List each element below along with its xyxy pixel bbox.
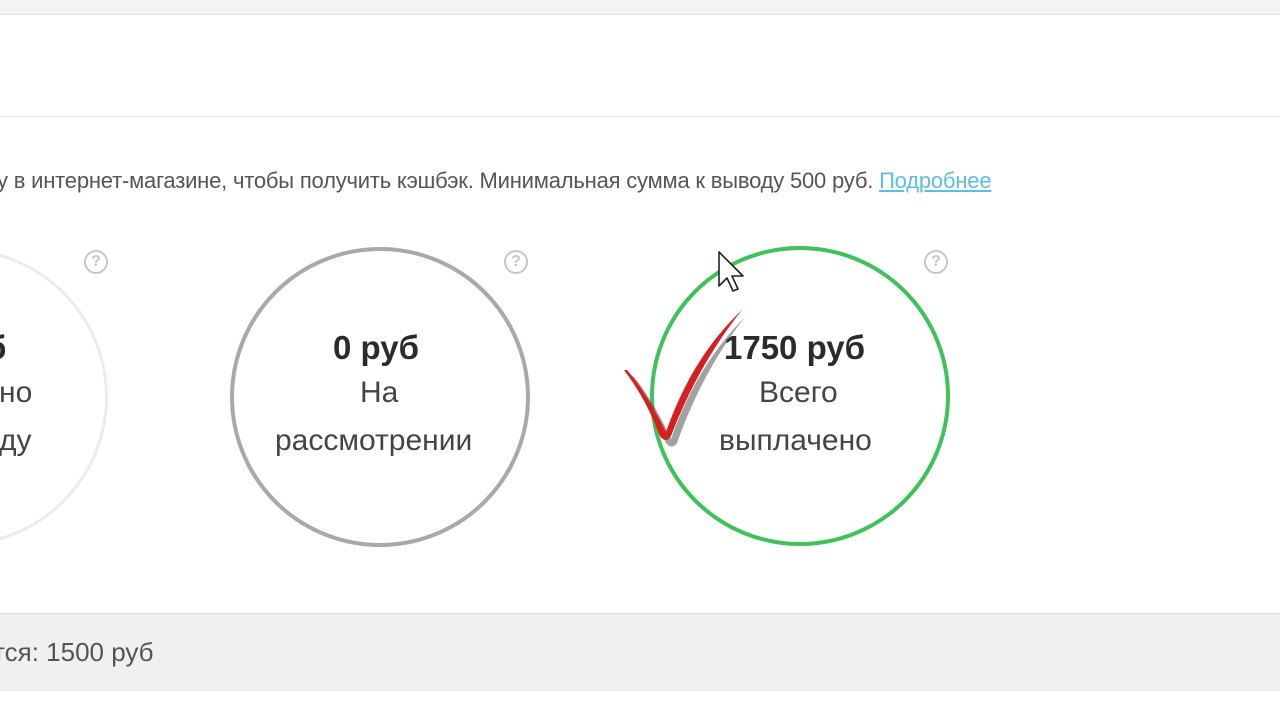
red-checkmark-icon (624, 310, 745, 447)
mouse-pointer-icon (718, 251, 744, 292)
cashback-page: у в интернет-магазине, чтобы получить кэ… (0, 0, 1280, 720)
checkmark-overlay (624, 251, 745, 447)
